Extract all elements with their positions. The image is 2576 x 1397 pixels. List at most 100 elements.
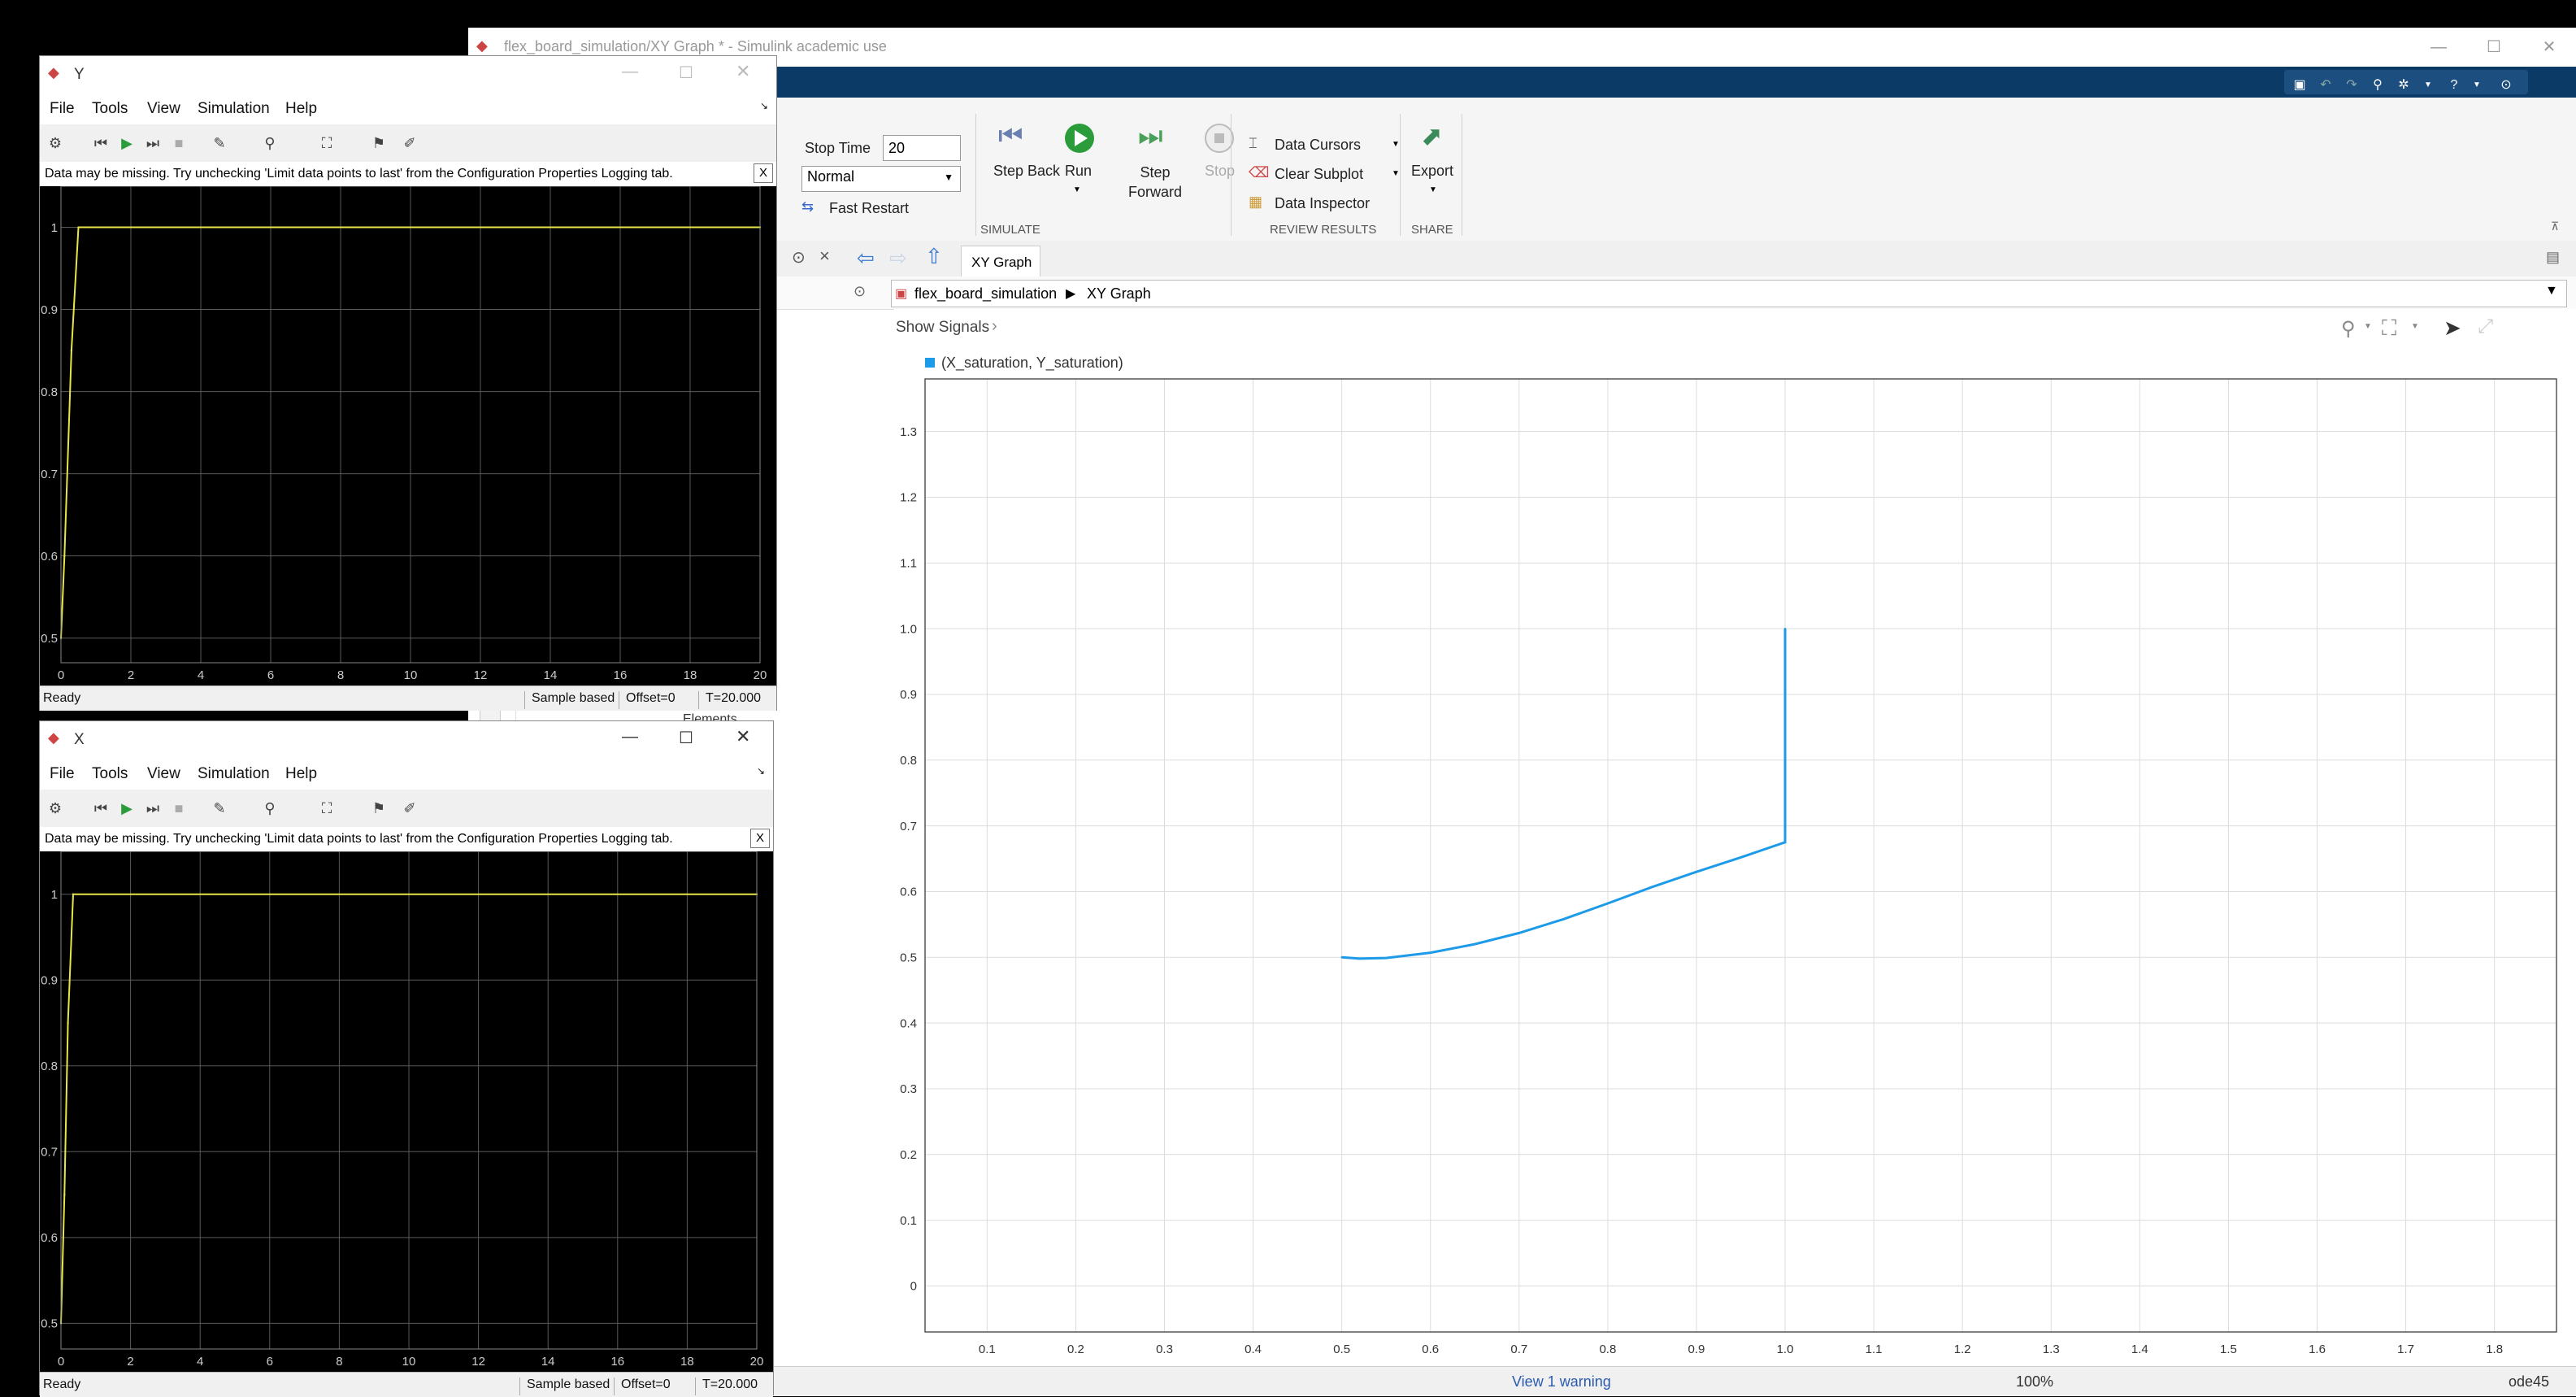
highlight-icon[interactable]: ✎ [211,799,228,817]
zoom-icon[interactable]: ⚲ [261,799,279,817]
maximize-button[interactable]: ☐ [679,728,693,748]
menu-tools[interactable]: Tools [92,100,128,118]
step-forward-icon: ⏭ [1138,120,1163,151]
menu-file[interactable]: File [50,100,75,118]
chevron-down-icon[interactable]: ▼ [2419,76,2437,94]
close-window-button[interactable]: ✕ [2525,33,2574,62]
data-point [1474,942,1476,946]
close-window-button[interactable]: ✕ [736,61,750,82]
settings-icon[interactable]: ⚙ [46,799,64,817]
stop-time-input[interactable] [883,135,961,161]
measurements-icon[interactable]: ✐ [401,799,419,817]
undo-icon[interactable]: ↶ [2317,76,2335,94]
minimize-ribbon-icon[interactable]: ⊙ [2497,76,2515,94]
export-button[interactable]: ⬈ Export ▼ [1403,120,1466,205]
menu-simulation[interactable]: Simulation [198,100,270,118]
maximize-button[interactable]: ☐ [2470,33,2518,62]
maximize-axes-icon[interactable]: ⤢ [2478,316,2493,338]
redo-icon[interactable]: ↷ [2343,76,2361,94]
menu-simulation[interactable]: Simulation [198,765,270,783]
save-icon[interactable]: ▣ [2291,76,2309,94]
menu-view[interactable]: View [147,765,180,783]
step-forward-icon[interactable]: ⏭ [144,799,162,817]
stop-button[interactable]: Stop [1192,120,1249,205]
scope-x-chart[interactable]: 0 2 4 6 8 10 12 14 16 18 20 0.5 0.6 0.7 0.8 0.9 1 [40,851,773,1372]
clear-subplot-button[interactable]: ⌫ Clear Subplot ▼ [1249,164,1411,189]
tab-menu-icon[interactable]: ▤ [2546,249,2560,266]
menu-tools[interactable]: Tools [92,765,128,783]
dismiss-warning-button[interactable]: X [750,829,770,848]
search-icon[interactable]: ⚲ [2369,76,2387,94]
tab-xy-graph[interactable]: XY Graph [961,246,1040,277]
data-point [72,893,75,895]
run-button[interactable]: Run ▼ [1052,120,1104,205]
dismiss-warning-button[interactable]: X [754,163,773,183]
chevron-down-icon: ▼ [1392,140,1400,149]
series-line-x-saturation-y-saturation[interactable] [1341,629,1787,960]
step-back-icon[interactable]: ⏮ [92,134,110,152]
stop-icon[interactable]: ■ [170,799,188,817]
menu-help[interactable]: Help [285,100,317,118]
breadcrumb-block[interactable]: XY Graph [1087,285,1151,302]
chevron-down-icon[interactable]: ▼ [2411,322,2419,331]
forward-arrow-icon[interactable]: ⇨ [889,246,907,271]
collapse-ribbon-icon[interactable]: ⊼ [2551,220,2559,233]
dock-icon[interactable]: ↘ [760,100,768,111]
breadcrumb-model[interactable]: flex_board_simulation [914,285,1057,302]
x-tick-label: 0.9 [1688,1343,1705,1356]
settings-icon[interactable]: ⚙ [46,134,64,152]
tab-xy-graph-label: XY Graph [971,255,1032,270]
up-arrow-icon[interactable]: ⇧ [925,244,943,269]
scale-axes-icon[interactable]: ⛶ [318,134,336,152]
measurements-icon[interactable]: ✐ [401,134,419,152]
stop-icon[interactable]: ■ [170,134,188,152]
run-icon[interactable]: ▶ [118,799,136,817]
help-icon[interactable]: ? [2445,76,2463,94]
close-window-button[interactable]: ✕ [736,726,750,747]
triggers-icon[interactable]: ⚑ [370,799,388,817]
scope-window-y: ◆ Y — ☐ ✕ File Tools View Simulation Hel… [39,55,777,711]
step-back-label: Step Back [993,163,1061,179]
step-forward-icon[interactable]: ⏭ [144,134,162,152]
step-back-button[interactable]: ⏮ Step Back [979,120,1060,205]
solver-name[interactable]: ode45 [2509,1373,2549,1390]
cursor-select-icon[interactable]: ➤ [2444,316,2461,341]
hide-panel-icon[interactable]: ⊙ [792,247,806,268]
step-back-icon[interactable]: ⏮ [92,799,110,817]
sample-based: Sample based [519,1377,610,1395]
scope-title-bar: ◆ X — ☐ ✕ [40,721,773,757]
fit-to-view-icon[interactable]: ⛶ [2382,316,2396,342]
explorer-toggle-icon[interactable]: ⊙ [854,283,866,300]
chevron-down-icon[interactable]: ▼ [2364,322,2372,331]
scope-y-chart[interactable]: 0 2 4 6 8 10 12 14 16 18 20 0.5 0.6 0.7 0.8 0.9 1 [40,186,776,685]
settings-icon[interactable]: ✲ [2395,76,2413,94]
run-dropdown-icon[interactable]: ▼ [1073,185,1081,194]
data-inspector-button[interactable]: ▦ Data Inspector [1249,194,1411,218]
zoom-icon[interactable]: ⚲ [2341,317,2356,341]
zoom-icon[interactable]: ⚲ [261,134,279,152]
minimize-button[interactable]: — [622,728,638,746]
y-tick-label: 0.5 [41,1317,58,1331]
help-menu-chevron-icon[interactable]: ▼ [2468,76,2486,94]
back-arrow-icon[interactable]: ⇦ [857,246,875,271]
highlight-icon[interactable]: ✎ [211,134,228,152]
y-tick-label: 1.2 [900,491,917,505]
export-dropdown-icon[interactable]: ▼ [1429,185,1437,194]
simulation-mode-select[interactable]: Normal ▼ [801,166,961,192]
scale-axes-icon[interactable]: ⛶ [318,799,336,817]
maximize-button[interactable]: ☐ [679,63,693,83]
breadcrumb-dropdown-icon[interactable]: ▼ [2545,284,2558,298]
menu-view[interactable]: View [147,100,180,118]
triggers-icon[interactable]: ⚑ [370,134,388,152]
menu-help[interactable]: Help [285,765,317,783]
step-forward-button[interactable]: ⏭ Step Forward [1115,120,1188,205]
xy-graph-chart[interactable]: (X_saturation, Y_saturation) 0.1 0.2 0.3 0.… [894,342,2576,1369]
warning-link[interactable]: View 1 warning [1512,1373,1611,1390]
close-panel-icon[interactable]: × [819,246,830,267]
dock-icon[interactable]: ↘ [757,765,765,777]
data-cursors-button[interactable]: ⌶ Data Cursors ▼ [1249,135,1411,159]
run-icon[interactable]: ▶ [118,134,136,152]
minimize-button[interactable]: — [2414,33,2463,62]
minimize-button[interactable]: — [622,63,638,81]
menu-file[interactable]: File [50,765,75,783]
